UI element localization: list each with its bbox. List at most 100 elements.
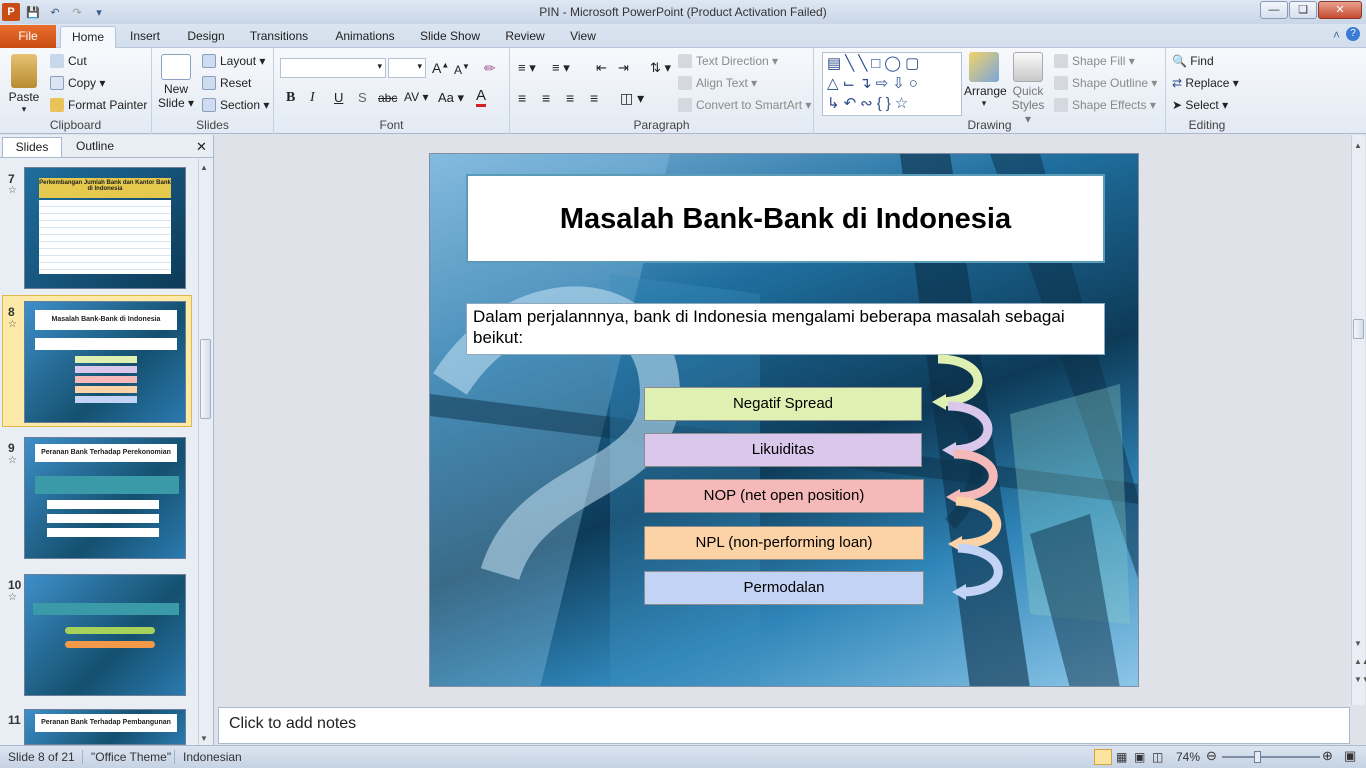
problem-item-negatif-spread[interactable]: Negatif Spread (644, 387, 922, 421)
slides-group-label: Slides (196, 118, 229, 132)
italic-button[interactable]: I (310, 90, 315, 106)
shrink-font-button[interactable]: A▼ (454, 62, 470, 77)
slide-sorter-icon[interactable]: ▦ (1116, 750, 1127, 764)
slide-thumbnail-9[interactable]: Peranan Bank Terhadap Perekonomian (24, 437, 186, 559)
font-color-button[interactable]: A (476, 88, 487, 107)
animation-star-icon: ☆ (8, 319, 17, 330)
tab-file[interactable]: File (0, 25, 56, 48)
canvas-scrollbar[interactable]: ▲ ▼ ▲▲ ▼▼ (1351, 135, 1366, 705)
tab-review[interactable]: Review (500, 26, 550, 48)
align-left-button[interactable]: ≡ (518, 90, 526, 106)
find-button[interactable]: 🔍 Find (1172, 54, 1214, 68)
layout-button[interactable]: Layout ▾ (202, 54, 265, 68)
tab-transitions[interactable]: Transitions (244, 26, 314, 48)
change-case-label: Aa (438, 90, 454, 105)
character-spacing-button[interactable]: AV ▾ (404, 90, 428, 104)
tab-design[interactable]: Design (180, 26, 232, 48)
clear-formatting-button[interactable]: ✏ (484, 60, 496, 77)
theme-name[interactable]: "Office Theme" (82, 750, 171, 764)
shape-outline-button[interactable]: Shape Outline ▾ (1054, 76, 1157, 90)
language-indicator[interactable]: Indonesian (174, 750, 242, 764)
section-button[interactable]: Section ▾ (202, 98, 269, 112)
justify-button[interactable]: ≡ (590, 90, 598, 106)
shape-effects-button[interactable]: Shape Effects ▾ (1054, 98, 1156, 112)
minimize-ribbon-icon[interactable]: ˄ (1333, 28, 1340, 42)
slide-thumbnail-11[interactable]: Peranan Bank Terhadap Pembangunan (24, 709, 186, 745)
scroll-up-icon[interactable]: ▲ (200, 163, 208, 172)
slide-show-icon[interactable]: ◫ (1152, 750, 1163, 764)
slide-thumbnail-8[interactable]: Masalah Bank-Bank di Indonesia (24, 301, 186, 423)
font-name-combo[interactable]: ▾ (280, 58, 386, 78)
align-text-button[interactable]: Align Text ▾ (678, 76, 757, 90)
tab-slide-show[interactable]: Slide Show (414, 26, 486, 48)
strikethrough-button[interactable]: abc (378, 91, 397, 105)
problem-item-permodalan[interactable]: Permodalan (644, 571, 924, 605)
slides-pane-scrollbar[interactable]: ▲ ▼ (198, 159, 212, 745)
bold-button[interactable]: B (286, 90, 295, 106)
align-center-button[interactable]: ≡ (542, 90, 550, 106)
problem-item-nop[interactable]: NOP (net open position) (644, 479, 924, 513)
paste-button[interactable]: Paste ▾ (4, 54, 44, 115)
maximize-button[interactable]: ❏ (1289, 1, 1317, 19)
replace-button[interactable]: ⇄ Replace ▾ (1172, 76, 1239, 90)
tab-slides[interactable]: Slides (2, 137, 62, 157)
slide-thumbnail-7[interactable]: Perkembangan Jumlah Bank dan Kantor Bank… (24, 167, 186, 289)
line-spacing-button[interactable]: ⇅ ▾ (650, 60, 671, 76)
help-icon[interactable]: ? (1346, 27, 1360, 41)
underline-button[interactable]: U (334, 90, 343, 105)
scrollbar-thumb[interactable] (1353, 319, 1364, 339)
grow-font-button[interactable]: A▲ (432, 60, 449, 76)
bullets-button[interactable]: ≡ ▾ (518, 60, 536, 76)
zoom-in-icon[interactable]: ⊕ (1322, 748, 1333, 764)
change-case-button[interactable]: Aa ▾ (438, 90, 464, 106)
tab-animations[interactable]: Animations (328, 26, 402, 48)
zoom-level[interactable]: 74% (1176, 750, 1200, 764)
numbering-button[interactable]: ≡ ▾ (552, 60, 570, 76)
select-button[interactable]: ➤ Select ▾ (1172, 98, 1228, 112)
minimize-button[interactable]: — (1260, 1, 1288, 19)
new-slide-button[interactable]: New Slide ▾ (156, 54, 196, 110)
tab-home[interactable]: Home (60, 26, 116, 48)
tab-insert[interactable]: Insert (122, 26, 168, 48)
close-button[interactable]: ✕ (1318, 1, 1362, 19)
thumbnail-title: Peranan Bank Terhadap Pembangunan (35, 714, 177, 732)
problem-item-likuiditas[interactable]: Likuiditas (644, 433, 922, 467)
previous-slide-icon[interactable]: ▲▲ (1354, 657, 1366, 666)
next-slide-icon[interactable]: ▼▼ (1354, 675, 1366, 684)
slide-body-text[interactable]: Dalam perjalannnya, bank di Indonesia me… (466, 303, 1105, 355)
align-right-button[interactable]: ≡ (566, 90, 574, 106)
tab-view[interactable]: View (562, 26, 604, 48)
notes-pane[interactable]: Click to add notes (218, 707, 1350, 744)
normal-view-icon[interactable] (1094, 749, 1112, 765)
slide-title[interactable]: Masalah Bank-Bank di Indonesia (466, 174, 1105, 263)
convert-smartart-button[interactable]: Convert to SmartArt ▾ (678, 98, 811, 112)
current-slide[interactable]: Masalah Bank-Bank di Indonesia Dalam per… (429, 153, 1139, 687)
quick-styles-button[interactable]: Quick Styles ▾ (1008, 52, 1048, 126)
columns-button[interactable]: ◫ ▾ (620, 90, 644, 107)
scrollbar-thumb[interactable] (200, 339, 211, 419)
reset-button[interactable]: Reset (202, 76, 251, 90)
scroll-down-icon[interactable]: ▼ (200, 734, 208, 743)
reading-view-icon[interactable]: ▣ (1134, 750, 1145, 764)
format-painter-button[interactable]: Format Painter (50, 98, 147, 112)
shapes-gallery[interactable]: ▤╲╲□◯▢ △⌙↴⇨⇩○ ↳↶∾{}☆ (822, 52, 962, 116)
shape-fill-button[interactable]: Shape Fill ▾ (1054, 54, 1135, 68)
decrease-indent-button[interactable]: ⇤ (596, 60, 607, 76)
font-size-combo[interactable]: ▾ (388, 58, 426, 78)
tab-outline[interactable]: Outline (64, 137, 126, 157)
zoom-slider[interactable] (1222, 756, 1320, 758)
problem-item-npl[interactable]: NPL (non-performing loan) (644, 526, 924, 560)
shadow-button[interactable]: S (358, 90, 367, 105)
copy-button[interactable]: Copy ▾ (50, 76, 105, 90)
scroll-down-icon[interactable]: ▼ (1354, 639, 1362, 648)
slide-thumbnail-10[interactable] (24, 574, 186, 696)
zoom-out-icon[interactable]: ⊖ (1206, 748, 1217, 764)
cut-button[interactable]: Cut (50, 54, 87, 68)
fit-to-window-icon[interactable]: ▣ (1344, 748, 1356, 764)
close-pane-icon[interactable]: ✕ (196, 139, 207, 155)
text-direction-button[interactable]: Text Direction ▾ (678, 54, 778, 68)
scroll-up-icon[interactable]: ▲ (1354, 141, 1362, 150)
arrange-button[interactable]: Arrange ▾ (964, 52, 1007, 109)
zoom-slider-thumb[interactable] (1254, 751, 1261, 763)
increase-indent-button[interactable]: ⇥ (618, 60, 629, 76)
